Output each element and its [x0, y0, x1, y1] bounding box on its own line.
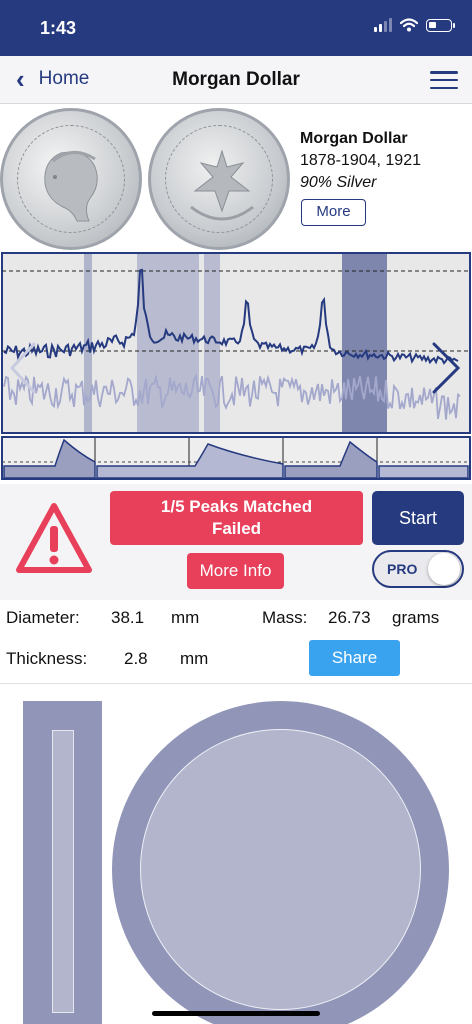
coin-obverse-image: [0, 108, 142, 250]
coin-name: Morgan Dollar: [300, 130, 408, 147]
coin-years: 1878-1904, 1921: [300, 152, 421, 169]
share-button[interactable]: Share: [309, 640, 400, 676]
page-title: Morgan Dollar: [172, 69, 300, 90]
diameter-value: 38.1: [111, 608, 145, 627]
match-result-banner: 1/5 Peaks Matched Failed: [110, 491, 363, 545]
more-button[interactable]: More: [301, 199, 366, 226]
diameter-unit: mm: [171, 608, 200, 627]
mass-label: Mass:: [262, 608, 308, 627]
pro-toggle[interactable]: PRO: [372, 550, 464, 588]
start-button[interactable]: Start: [372, 491, 464, 545]
peaks-matched-text: 1/5 Peaks Matched: [160, 497, 313, 516]
warning-triangle-icon: [16, 503, 92, 573]
coin-face-inner: [140, 729, 421, 1010]
nav-bar: ‹ Home Morgan Dollar: [0, 56, 472, 104]
signal-icon: [374, 18, 392, 32]
coin-edge-inner: [52, 730, 74, 1013]
coin-composition: 90% Silver: [300, 174, 377, 191]
mass-unit: grams: [392, 608, 440, 627]
thickness-value: 2.8: [124, 649, 148, 668]
thickness-unit: mm: [180, 649, 209, 668]
pro-label: PRO: [387, 561, 418, 577]
status-bar: 1:43: [0, 0, 472, 56]
strip-peak: [378, 465, 469, 479]
more-info-button[interactable]: More Info: [187, 553, 284, 589]
diameter-label: Diameter:: [6, 608, 80, 627]
wifi-icon: [400, 18, 418, 32]
mass-value: 26.73: [328, 608, 371, 627]
failed-text: Failed: [211, 519, 262, 538]
peak-band: [342, 254, 387, 432]
peak-band: [137, 254, 199, 432]
hamburger-menu-icon[interactable]: [430, 71, 458, 89]
spectrum-chart: [1, 252, 471, 434]
status-icons: [374, 18, 455, 32]
divider: [0, 683, 472, 684]
coin-reverse-image: [148, 108, 290, 250]
status-time: 1:43: [40, 18, 77, 38]
toggle-knob: [428, 553, 460, 585]
peak-strip-chart: [1, 436, 471, 480]
thickness-label: Thickness:: [6, 649, 88, 668]
home-indicator[interactable]: [152, 1011, 320, 1016]
coin-info: Morgan Dollar 1878-1904, 1921 90% Silver: [300, 130, 421, 192]
battery-icon: [426, 18, 455, 32]
